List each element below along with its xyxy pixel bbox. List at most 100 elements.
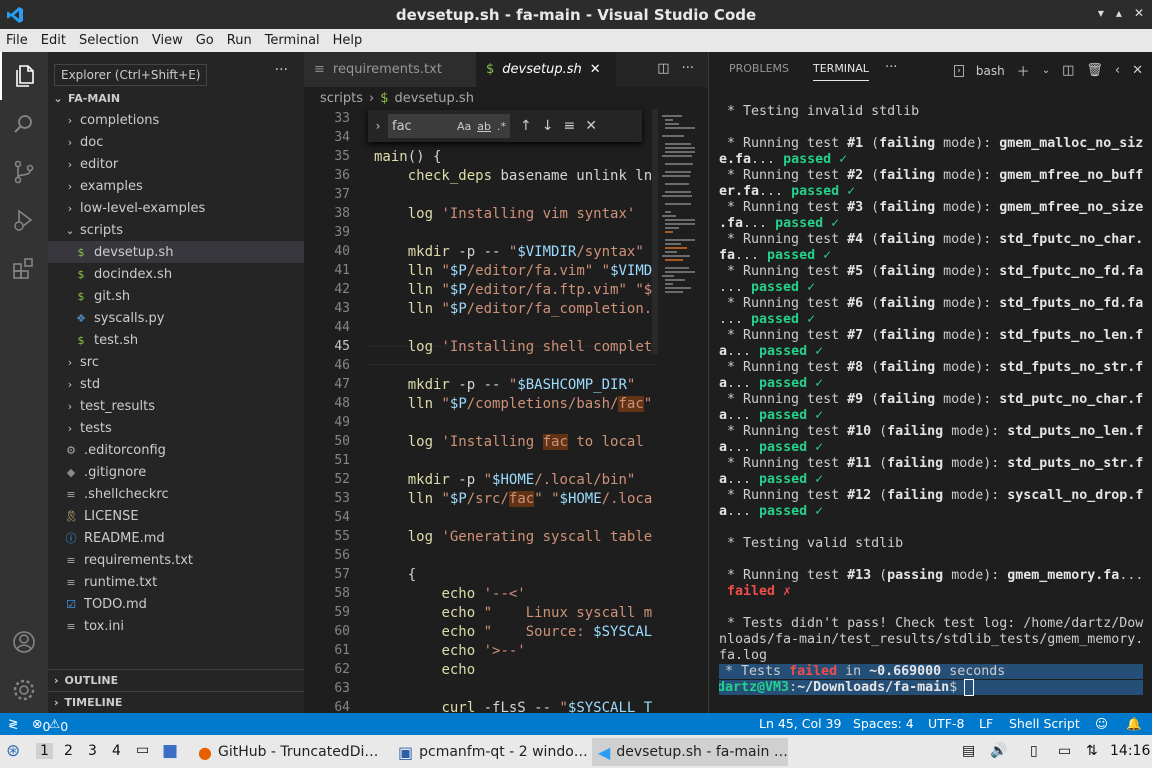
tab-devsetup-sh[interactable]: $ devsetup.sh ✕ [476,52,616,87]
clipboard-icon[interactable]: ▯ [1030,743,1038,759]
match-case-toggle[interactable]: Aa [457,120,471,133]
find-in-selection-icon[interactable]: ≡ [563,118,575,134]
workspace-4[interactable]: 4 [112,743,121,759]
folder-item[interactable]: › test_results [48,395,304,417]
file-item[interactable]: ❖ syscalls.py [48,307,304,329]
maximize-button[interactable]: ▴ [1116,6,1122,20]
close-tab-icon[interactable]: ✕ [590,62,601,77]
workspace-2[interactable]: 2 [64,743,73,759]
close-find-icon[interactable]: ✕ [585,118,597,134]
file-item[interactable]: ≡ tox.ini [48,615,304,637]
file-item[interactable]: ◆ .gitignore [48,461,304,483]
breadcrumb-folder[interactable]: scripts [320,91,363,106]
breadcrumb-file[interactable]: devsetup.sh [394,91,473,106]
menu-edit[interactable]: Edit [41,33,66,48]
minimize-button[interactable]: ▾ [1098,6,1104,20]
folder-item[interactable]: › doc [48,131,304,153]
task-vscode[interactable]: ◀ devsetup.sh - fa-main … [592,738,788,766]
run-debug-icon[interactable] [0,196,48,244]
file-item[interactable]: ≡ runtime.txt [48,571,304,593]
whole-word-toggle[interactable]: ab [477,120,491,133]
folder-item[interactable]: › editor [48,153,304,175]
desktop-icon[interactable]: ■ [162,741,178,761]
terminal-shell-name[interactable]: bash [976,64,1005,78]
search-icon[interactable] [0,100,48,148]
file-item[interactable]: $ test.sh [48,329,304,351]
language-mode[interactable]: Shell Script [1009,716,1080,731]
folder-item[interactable]: › completions [48,109,304,131]
close-panel-icon[interactable]: ✕ [1132,63,1143,78]
line-ending[interactable]: LF [979,716,993,731]
file-item[interactable]: $ docindex.sh [48,263,304,285]
tab-requirements-txt[interactable]: ≡ requirements.txt [304,52,476,87]
explorer-icon[interactable] [0,52,48,100]
code-content[interactable]: }main() { check_deps basename unlink ln … [374,109,654,713]
file-item[interactable]: $ devsetup.sh [48,241,304,263]
accounts-icon[interactable] [0,618,48,666]
volume-icon[interactable]: 🔊 [990,743,1007,759]
network-icon[interactable]: ⇅ [1086,743,1098,759]
warning-count[interactable]: ⚠ 0 [49,716,68,734]
regex-toggle[interactable]: .* [497,120,506,133]
editor-more-icon[interactable]: ··· [682,61,694,76]
source-control-icon[interactable] [0,148,48,196]
outline-section[interactable]: › OUTLINE [48,669,304,691]
cursor-position[interactable]: Ln 45, Col 39 [759,716,841,731]
minimap[interactable] [658,109,706,359]
notifications-bell-icon[interactable]: 🔔 [1126,716,1142,732]
folder-item[interactable]: › low-level-examples [48,197,304,219]
previous-match-icon[interactable]: ↑ [520,118,532,134]
show-desktop-icon[interactable]: ▭ [136,742,149,758]
start-menu-icon[interactable]: ⊛ [6,741,20,761]
panel-more-icon[interactable]: ··· [885,60,897,75]
remote-indicator-icon[interactable]: ≷ [8,716,18,731]
file-item[interactable]: $ git.sh [48,285,304,307]
workspace-3[interactable]: 3 [88,743,97,759]
folder-item[interactable]: ⌄ scripts [48,219,304,241]
folder-item[interactable]: › std [48,373,304,395]
menu-go[interactable]: Go [196,33,214,48]
menu-help[interactable]: Help [333,33,363,48]
timeline-section[interactable]: › TIMELINE [48,691,304,713]
task-pcmanfm[interactable]: ▣ pcmanfm-qt - 2 windo… [392,738,588,766]
new-terminal-icon[interactable]: ＋ [1017,61,1030,80]
error-count[interactable]: ⊗ 0 [32,716,50,734]
menu-run[interactable]: Run [227,33,252,48]
file-item[interactable]: ☑ TODO.md [48,593,304,615]
folder-item[interactable]: › tests [48,417,304,439]
menu-view[interactable]: View [152,33,183,48]
file-item[interactable]: ⚙ .editorconfig [48,439,304,461]
indentation[interactable]: Spaces: 4 [853,716,914,731]
find-input[interactable]: fac Aa ab .* [388,114,510,138]
more-actions-icon[interactable]: ··· [275,62,288,78]
menu-file[interactable]: File [6,33,28,48]
extensions-icon[interactable] [0,244,48,292]
feedback-icon[interactable]: ☺ [1095,716,1108,731]
workspace-root[interactable]: ⌄ FA-MAIN [48,87,304,109]
maximize-panel-icon[interactable]: ‹ [1115,63,1120,78]
encoding[interactable]: UTF-8 [928,716,964,731]
menu-selection[interactable]: Selection [79,33,139,48]
task-firefox[interactable]: ● GitHub - TruncatedDi… [192,738,388,766]
toggle-replace-icon[interactable]: › [368,119,388,133]
file-item[interactable]: ≡ .shellcheckrc [48,483,304,505]
tab-problems[interactable]: PROBLEMS [729,62,789,75]
file-item[interactable]: 🎗 LICENSE [48,505,304,527]
split-editor-icon[interactable]: ◫ [657,61,669,76]
workspace-1[interactable]: 1 [36,743,53,759]
kill-terminal-icon[interactable]: 🗑 [1086,63,1103,78]
menu-terminal[interactable]: Terminal [265,33,320,48]
tray-monitor-icon[interactable]: ▭ [1058,743,1071,759]
tab-terminal[interactable]: TERMINAL [813,62,869,81]
next-match-icon[interactable]: ↓ [542,118,554,134]
terminal-output[interactable]: * Testing invalid stdlib * Running test … [719,104,1149,709]
terminal-dropdown-icon[interactable]: ⌄ [1042,65,1050,76]
folder-item[interactable]: › src [48,351,304,373]
manage-gear-icon[interactable] [0,666,48,714]
file-item[interactable]: ⓘ README.md [48,527,304,549]
file-item[interactable]: ≡ requirements.txt [48,549,304,571]
folder-item[interactable]: › examples [48,175,304,197]
split-terminal-icon[interactable]: ◫ [1062,63,1074,78]
close-window-button[interactable]: ✕ [1134,6,1144,20]
tray-app-icon[interactable]: ▤ [962,743,975,759]
